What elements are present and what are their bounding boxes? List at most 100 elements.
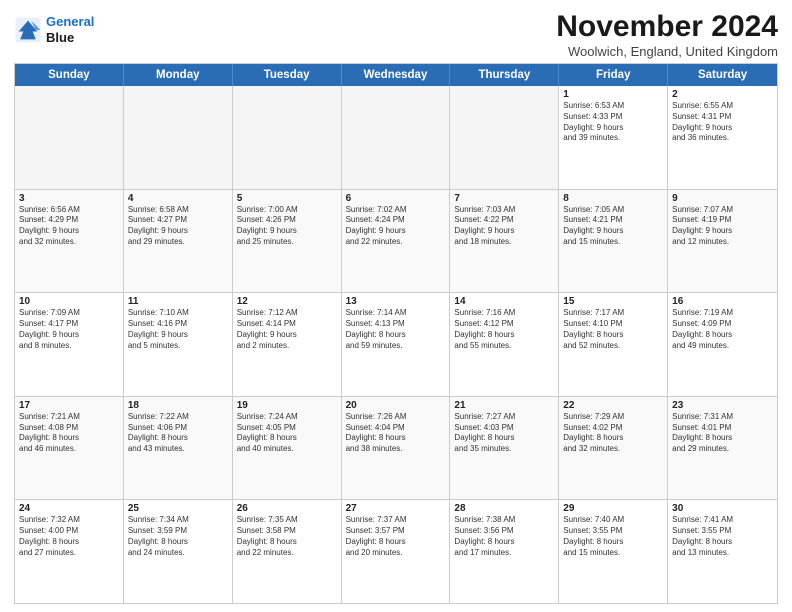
day-number: 4 <box>128 193 228 204</box>
day-details: Sunrise: 7:41 AM Sunset: 3:55 PM Dayligh… <box>672 515 773 558</box>
day-number: 11 <box>128 296 228 307</box>
calendar-cell: 19Sunrise: 7:24 AM Sunset: 4:05 PM Dayli… <box>233 397 342 500</box>
day-number: 5 <box>237 193 337 204</box>
day-number: 18 <box>128 400 228 411</box>
day-number: 26 <box>237 503 337 514</box>
day-details: Sunrise: 7:19 AM Sunset: 4:09 PM Dayligh… <box>672 308 773 351</box>
day-details: Sunrise: 7:35 AM Sunset: 3:58 PM Dayligh… <box>237 515 337 558</box>
day-number: 27 <box>346 503 446 514</box>
day-details: Sunrise: 7:24 AM Sunset: 4:05 PM Dayligh… <box>237 412 337 455</box>
day-details: Sunrise: 7:40 AM Sunset: 3:55 PM Dayligh… <box>563 515 663 558</box>
day-details: Sunrise: 7:21 AM Sunset: 4:08 PM Dayligh… <box>19 412 119 455</box>
day-details: Sunrise: 7:17 AM Sunset: 4:10 PM Dayligh… <box>563 308 663 351</box>
day-number: 7 <box>454 193 554 204</box>
logo-text: General Blue <box>46 14 94 45</box>
day-number: 22 <box>563 400 663 411</box>
calendar-cell <box>342 86 451 189</box>
calendar-cell <box>124 86 233 189</box>
day-number: 17 <box>19 400 119 411</box>
header-day-friday: Friday <box>559 64 668 86</box>
calendar-cell: 17Sunrise: 7:21 AM Sunset: 4:08 PM Dayli… <box>15 397 124 500</box>
header-day-sunday: Sunday <box>15 64 124 86</box>
header-day-monday: Monday <box>124 64 233 86</box>
calendar-cell <box>233 86 342 189</box>
day-number: 13 <box>346 296 446 307</box>
day-number: 20 <box>346 400 446 411</box>
calendar-cell: 23Sunrise: 7:31 AM Sunset: 4:01 PM Dayli… <box>668 397 777 500</box>
day-number: 24 <box>19 503 119 514</box>
day-number: 30 <box>672 503 773 514</box>
logo-icon <box>14 16 42 44</box>
header-day-thursday: Thursday <box>450 64 559 86</box>
day-details: Sunrise: 7:34 AM Sunset: 3:59 PM Dayligh… <box>128 515 228 558</box>
day-details: Sunrise: 7:38 AM Sunset: 3:56 PM Dayligh… <box>454 515 554 558</box>
day-details: Sunrise: 7:10 AM Sunset: 4:16 PM Dayligh… <box>128 308 228 351</box>
day-details: Sunrise: 7:02 AM Sunset: 4:24 PM Dayligh… <box>346 205 446 248</box>
calendar-cell: 29Sunrise: 7:40 AM Sunset: 3:55 PM Dayli… <box>559 500 668 603</box>
day-number: 23 <box>672 400 773 411</box>
day-number: 10 <box>19 296 119 307</box>
header-day-wednesday: Wednesday <box>342 64 451 86</box>
day-number: 1 <box>563 89 663 100</box>
calendar-cell: 2Sunrise: 6:55 AM Sunset: 4:31 PM Daylig… <box>668 86 777 189</box>
day-details: Sunrise: 7:31 AM Sunset: 4:01 PM Dayligh… <box>672 412 773 455</box>
calendar-cell <box>450 86 559 189</box>
calendar-cell: 1Sunrise: 6:53 AM Sunset: 4:33 PM Daylig… <box>559 86 668 189</box>
calendar-cell: 6Sunrise: 7:02 AM Sunset: 4:24 PM Daylig… <box>342 190 451 293</box>
header-day-tuesday: Tuesday <box>233 64 342 86</box>
calendar-body: 1Sunrise: 6:53 AM Sunset: 4:33 PM Daylig… <box>15 86 777 603</box>
calendar-cell: 7Sunrise: 7:03 AM Sunset: 4:22 PM Daylig… <box>450 190 559 293</box>
day-number: 12 <box>237 296 337 307</box>
day-details: Sunrise: 7:16 AM Sunset: 4:12 PM Dayligh… <box>454 308 554 351</box>
calendar-cell: 25Sunrise: 7:34 AM Sunset: 3:59 PM Dayli… <box>124 500 233 603</box>
calendar-cell: 3Sunrise: 6:56 AM Sunset: 4:29 PM Daylig… <box>15 190 124 293</box>
calendar-cell: 22Sunrise: 7:29 AM Sunset: 4:02 PM Dayli… <box>559 397 668 500</box>
day-number: 28 <box>454 503 554 514</box>
calendar-header: SundayMondayTuesdayWednesdayThursdayFrid… <box>15 64 777 86</box>
day-details: Sunrise: 7:37 AM Sunset: 3:57 PM Dayligh… <box>346 515 446 558</box>
calendar-cell: 24Sunrise: 7:32 AM Sunset: 4:00 PM Dayli… <box>15 500 124 603</box>
calendar-cell: 16Sunrise: 7:19 AM Sunset: 4:09 PM Dayli… <box>668 293 777 396</box>
day-details: Sunrise: 6:58 AM Sunset: 4:27 PM Dayligh… <box>128 205 228 248</box>
day-details: Sunrise: 7:05 AM Sunset: 4:21 PM Dayligh… <box>563 205 663 248</box>
calendar-row-3: 17Sunrise: 7:21 AM Sunset: 4:08 PM Dayli… <box>15 397 777 501</box>
calendar: SundayMondayTuesdayWednesdayThursdayFrid… <box>14 63 778 604</box>
day-details: Sunrise: 7:07 AM Sunset: 4:19 PM Dayligh… <box>672 205 773 248</box>
day-number: 8 <box>563 193 663 204</box>
day-number: 3 <box>19 193 119 204</box>
calendar-cell: 9Sunrise: 7:07 AM Sunset: 4:19 PM Daylig… <box>668 190 777 293</box>
day-number: 6 <box>346 193 446 204</box>
calendar-row-0: 1Sunrise: 6:53 AM Sunset: 4:33 PM Daylig… <box>15 86 777 190</box>
day-details: Sunrise: 7:22 AM Sunset: 4:06 PM Dayligh… <box>128 412 228 455</box>
day-details: Sunrise: 7:03 AM Sunset: 4:22 PM Dayligh… <box>454 205 554 248</box>
calendar-cell: 28Sunrise: 7:38 AM Sunset: 3:56 PM Dayli… <box>450 500 559 603</box>
day-number: 29 <box>563 503 663 514</box>
day-number: 9 <box>672 193 773 204</box>
logo: General Blue <box>14 14 94 45</box>
day-number: 2 <box>672 89 773 100</box>
calendar-cell: 4Sunrise: 6:58 AM Sunset: 4:27 PM Daylig… <box>124 190 233 293</box>
day-number: 16 <box>672 296 773 307</box>
calendar-cell: 20Sunrise: 7:26 AM Sunset: 4:04 PM Dayli… <box>342 397 451 500</box>
location: Woolwich, England, United Kingdom <box>556 44 778 59</box>
calendar-cell: 11Sunrise: 7:10 AM Sunset: 4:16 PM Dayli… <box>124 293 233 396</box>
calendar-cell: 26Sunrise: 7:35 AM Sunset: 3:58 PM Dayli… <box>233 500 342 603</box>
calendar-cell: 14Sunrise: 7:16 AM Sunset: 4:12 PM Dayli… <box>450 293 559 396</box>
header-day-saturday: Saturday <box>668 64 777 86</box>
day-details: Sunrise: 7:32 AM Sunset: 4:00 PM Dayligh… <box>19 515 119 558</box>
calendar-row-4: 24Sunrise: 7:32 AM Sunset: 4:00 PM Dayli… <box>15 500 777 603</box>
calendar-cell: 30Sunrise: 7:41 AM Sunset: 3:55 PM Dayli… <box>668 500 777 603</box>
header: General Blue November 2024 Woolwich, Eng… <box>14 10 778 59</box>
calendar-row-1: 3Sunrise: 6:56 AM Sunset: 4:29 PM Daylig… <box>15 190 777 294</box>
day-number: 25 <box>128 503 228 514</box>
calendar-cell: 27Sunrise: 7:37 AM Sunset: 3:57 PM Dayli… <box>342 500 451 603</box>
day-number: 19 <box>237 400 337 411</box>
day-number: 15 <box>563 296 663 307</box>
day-details: Sunrise: 6:56 AM Sunset: 4:29 PM Dayligh… <box>19 205 119 248</box>
day-details: Sunrise: 6:55 AM Sunset: 4:31 PM Dayligh… <box>672 101 773 144</box>
day-number: 14 <box>454 296 554 307</box>
calendar-cell: 21Sunrise: 7:27 AM Sunset: 4:03 PM Dayli… <box>450 397 559 500</box>
calendar-cell: 12Sunrise: 7:12 AM Sunset: 4:14 PM Dayli… <box>233 293 342 396</box>
day-details: Sunrise: 7:09 AM Sunset: 4:17 PM Dayligh… <box>19 308 119 351</box>
day-details: Sunrise: 7:27 AM Sunset: 4:03 PM Dayligh… <box>454 412 554 455</box>
